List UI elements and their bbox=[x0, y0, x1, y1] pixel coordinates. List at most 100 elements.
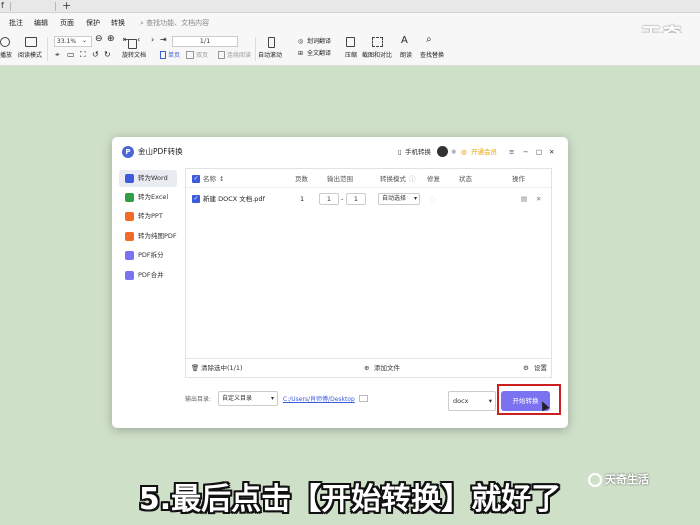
toolbar: 播放 阅读模式 33.1% ⌄ ⊖ ⊕ ⇤ ‹ › ⇥ 1/1 ⌖ ▭ ⛶ ↺ … bbox=[0, 33, 700, 66]
chevron-down-icon[interactable]: ⌄ bbox=[82, 36, 87, 45]
ppt-icon bbox=[125, 212, 134, 221]
menu-item-protect[interactable]: 保护 bbox=[86, 17, 100, 29]
next-page-icon[interactable]: › bbox=[151, 35, 154, 44]
phone-convert-link[interactable]: 手机转换 bbox=[405, 147, 431, 157]
row-checkbox[interactable]: ✓ bbox=[192, 195, 200, 203]
trash-icon[interactable]: 🗑 bbox=[191, 363, 199, 373]
sidebar-item-label: PDF拆分 bbox=[138, 251, 164, 259]
table-header-divider bbox=[186, 187, 551, 188]
select-all-checkbox[interactable]: ✓ bbox=[192, 175, 200, 183]
phone-icon[interactable]: ▯ bbox=[398, 147, 402, 157]
toolbar-divider bbox=[47, 37, 48, 61]
translate-all-label[interactable]: 全文翻译 bbox=[307, 49, 331, 58]
tab-label[interactable]: f bbox=[1, 0, 4, 12]
chevron-down-icon: ▾ bbox=[413, 195, 417, 202]
minimize-icon[interactable]: − bbox=[523, 147, 528, 157]
delete-icon[interactable]: ✕ bbox=[536, 194, 541, 204]
column-header-name[interactable]: 名称 bbox=[203, 174, 216, 184]
select-icon[interactable]: ⌖ bbox=[55, 50, 60, 59]
menu-item-convert[interactable]: 转换 bbox=[111, 17, 125, 29]
column-header-range: 输出范围 bbox=[327, 175, 353, 183]
search-placeholder: 查找功能、文档内容 bbox=[146, 19, 210, 27]
double-page-label[interactable]: 双页 bbox=[196, 51, 208, 60]
output-path-link[interactable]: C:/Users/肖师傅/Desktop bbox=[283, 395, 355, 405]
read-aloud-icon[interactable]: A bbox=[401, 36, 408, 46]
rotate-doc-icon[interactable] bbox=[128, 39, 137, 49]
sidebar-item-pdf-merge[interactable]: PDF合并 bbox=[119, 267, 177, 284]
avatar[interactable] bbox=[437, 146, 448, 157]
settings-icon[interactable]: ⚙ bbox=[523, 363, 529, 373]
sidebar-item-to-image-pdf[interactable]: 转为纯图PDF bbox=[119, 228, 177, 245]
page-field[interactable]: 1/1 bbox=[172, 36, 238, 47]
translate-selection-icon[interactable]: ◎ bbox=[298, 37, 303, 46]
chevron-down-icon: ▾ bbox=[270, 395, 274, 402]
sidebar-item-pdf-split[interactable]: PDF拆分 bbox=[119, 247, 177, 264]
prev-page-icon[interactable]: ‹ bbox=[137, 35, 140, 44]
rotate-doc-label: 旋转文档 bbox=[122, 52, 147, 59]
help-icon[interactable]: ⓘ bbox=[409, 174, 416, 184]
crown-icon[interactable]: ◍ bbox=[461, 147, 467, 157]
add-file-button[interactable]: 添加文件 bbox=[374, 363, 400, 373]
menu-item-page[interactable]: 页面 bbox=[60, 17, 74, 29]
new-tab-button[interactable]: + bbox=[62, 0, 71, 12]
sidebar-item-label: 转为Word bbox=[138, 174, 168, 182]
book-icon[interactable] bbox=[25, 37, 37, 47]
vip-link[interactable]: 开通会员 bbox=[471, 147, 497, 157]
document-icon[interactable]: ▤ bbox=[521, 194, 527, 204]
convert-mode-select[interactable]: 自动选择 ▾ bbox=[378, 193, 420, 205]
menu-bar: 批注 编辑 页面 保护 转换 ⌕ 查找功能、文档内容 bbox=[0, 13, 700, 33]
crop-icon[interactable]: ▭ bbox=[67, 50, 75, 59]
zoom-out-icon[interactable]: ⊖ bbox=[95, 35, 103, 44]
play-icon[interactable] bbox=[0, 37, 10, 47]
settings-button[interactable]: 设置 bbox=[534, 363, 547, 373]
last-page-icon[interactable]: ⇥ bbox=[160, 35, 167, 44]
sidebar-item-to-word[interactable]: 转为Word bbox=[119, 170, 177, 187]
translate-selection-label[interactable]: 划词翻译 bbox=[307, 37, 331, 46]
search-input[interactable]: ⌕ 查找功能、文档内容 bbox=[140, 17, 209, 29]
menu-item-annotate[interactable]: 批注 bbox=[9, 17, 23, 29]
compress-icon[interactable] bbox=[346, 37, 355, 47]
single-page-icon[interactable] bbox=[160, 51, 166, 59]
rotate-left-icon[interactable]: ↺ bbox=[92, 50, 99, 59]
maximize-icon[interactable]: □ bbox=[536, 147, 542, 157]
sidebar-item-label: 转为PPT bbox=[138, 212, 163, 220]
clear-selected-button[interactable]: 清除选中(1/1) bbox=[201, 363, 243, 373]
continuous-label[interactable]: 连续阅读 bbox=[227, 51, 251, 60]
zoom-in-icon[interactable]: ⊕ bbox=[107, 35, 115, 44]
sidebar-item-to-excel[interactable]: 转为Excel bbox=[119, 189, 177, 206]
sidebar-item-to-ppt[interactable]: 转为PPT bbox=[119, 208, 177, 225]
translate-all-icon[interactable]: ⊞ bbox=[298, 49, 303, 58]
rotate-right-icon[interactable]: ↻ bbox=[104, 50, 111, 59]
word-icon bbox=[125, 174, 134, 183]
sidebar-item-label: 转为Excel bbox=[138, 193, 169, 201]
autoscroll-icon[interactable] bbox=[268, 37, 275, 48]
double-page-icon[interactable] bbox=[186, 51, 194, 59]
screenshot-icon[interactable] bbox=[372, 37, 383, 47]
range-to-input[interactable]: 1 bbox=[346, 193, 366, 205]
fit-page-icon[interactable]: ⛶ bbox=[80, 50, 86, 59]
menu-item-edit[interactable]: 编辑 bbox=[34, 17, 48, 29]
continuous-icon[interactable] bbox=[218, 51, 225, 59]
folder-icon[interactable] bbox=[359, 395, 368, 402]
column-header-pages: 页数 bbox=[295, 175, 308, 183]
close-icon[interactable]: ✕ bbox=[549, 147, 554, 157]
single-page-label[interactable]: 单页 bbox=[168, 51, 180, 60]
gear-icon[interactable]: ✺ bbox=[451, 147, 456, 157]
convert-mode-value: 自动选择 bbox=[382, 195, 407, 202]
compress-label: 压缩 bbox=[345, 52, 358, 59]
page-value: 1/1 bbox=[199, 37, 211, 45]
chevron-down-icon: ▾ bbox=[488, 397, 492, 405]
find-replace-icon[interactable]: ⌕ bbox=[426, 35, 432, 45]
menu-icon[interactable]: ≡ bbox=[509, 147, 514, 157]
subtitle-caption: 5.最后点击【开始转换】就好了 bbox=[138, 482, 562, 517]
output-dir-select[interactable]: 自定义目录 ▾ bbox=[218, 391, 278, 406]
add-icon[interactable]: ⊕ bbox=[364, 363, 369, 373]
repair-toggle-icon[interactable]: ◌ bbox=[430, 194, 436, 204]
file-pages: 1 bbox=[300, 195, 305, 203]
format-select[interactable]: docx ▾ bbox=[448, 391, 496, 411]
range-from-input[interactable]: 1 bbox=[319, 193, 339, 205]
zoom-value: 33.1% bbox=[57, 38, 77, 45]
search-icon: ⌕ bbox=[140, 19, 144, 27]
sort-icon[interactable]: ↕ bbox=[219, 174, 224, 184]
read-aloud-label: 朗读 bbox=[400, 52, 413, 59]
